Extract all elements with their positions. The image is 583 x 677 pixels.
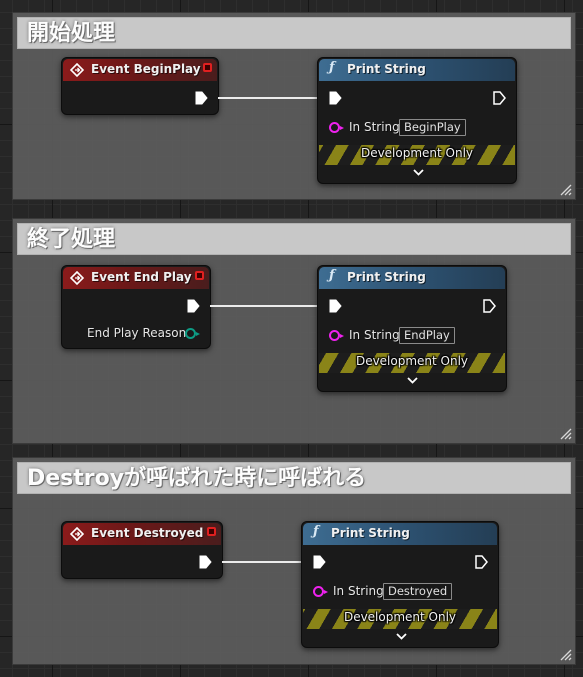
event-endplay-node[interactable]: Event End Play End Play Reason bbox=[61, 265, 211, 349]
comment-header[interactable]: 開始処理 bbox=[17, 17, 571, 49]
comment-header[interactable]: 終了処理 bbox=[17, 223, 571, 255]
exec-wire[interactable] bbox=[218, 97, 325, 99]
in-string-field[interactable]: EndPlay bbox=[399, 327, 455, 344]
delegate-output-pin[interactable] bbox=[195, 271, 204, 280]
exec-input-pin[interactable] bbox=[313, 555, 326, 569]
chevron-down-icon[interactable] bbox=[407, 377, 418, 384]
in-string-label: In String bbox=[349, 328, 400, 342]
event-diamond-icon bbox=[70, 63, 84, 77]
in-string-label: In String bbox=[333, 584, 384, 598]
function-f-icon: ƒ bbox=[329, 268, 335, 283]
node-header: ƒ Print String bbox=[319, 267, 505, 289]
comment-header[interactable]: Destroyが呼ばれた時に呼ばれる bbox=[17, 462, 571, 494]
development-only-label: Development Only bbox=[355, 354, 469, 368]
resize-grip-icon[interactable] bbox=[558, 647, 572, 661]
node-title: Print String bbox=[347, 62, 426, 76]
exec-output-pin[interactable] bbox=[475, 555, 488, 569]
development-only-band: Development Only bbox=[303, 609, 497, 629]
development-only-label: Development Only bbox=[360, 146, 474, 160]
print-string-node[interactable]: ƒ Print String In String BeginPlay Devel… bbox=[317, 57, 517, 184]
print-string-node[interactable]: ƒ Print String In String EndPlay Develop… bbox=[317, 265, 507, 392]
node-title: Print String bbox=[331, 526, 410, 540]
string-input-pin[interactable] bbox=[329, 330, 344, 341]
resize-grip-icon[interactable] bbox=[558, 426, 572, 440]
resize-grip-icon[interactable] bbox=[558, 182, 572, 196]
exec-output-pin[interactable] bbox=[483, 299, 496, 313]
function-f-icon: ƒ bbox=[329, 60, 335, 75]
exec-output-pin[interactable] bbox=[195, 91, 208, 105]
exec-input-pin[interactable] bbox=[329, 299, 342, 313]
event-destroyed-node[interactable]: Event Destroyed bbox=[61, 521, 223, 579]
comment-title: Destroyが呼ばれた時に呼ばれる bbox=[27, 466, 367, 491]
function-f-icon: ƒ bbox=[313, 524, 319, 539]
exec-output-pin[interactable] bbox=[199, 555, 212, 569]
in-string-label: In String bbox=[349, 120, 400, 134]
node-title: Print String bbox=[347, 270, 426, 284]
exec-input-pin[interactable] bbox=[329, 91, 342, 105]
string-input-pin[interactable] bbox=[313, 586, 328, 597]
in-string-field[interactable]: Destroyed bbox=[383, 583, 453, 600]
node-header: ƒ Print String bbox=[319, 59, 515, 81]
exec-wire[interactable] bbox=[222, 561, 310, 563]
development-only-band: Development Only bbox=[319, 145, 515, 165]
in-string-field[interactable]: BeginPlay bbox=[399, 119, 466, 136]
exec-output-pin[interactable] bbox=[493, 91, 506, 105]
comment-title: 開始処理 bbox=[27, 21, 116, 46]
node-header: ƒ Print String bbox=[303, 523, 497, 545]
end-play-reason-label: End Play Reason bbox=[87, 326, 187, 340]
development-only-band: Development Only bbox=[319, 353, 505, 373]
exec-output-pin[interactable] bbox=[187, 299, 200, 313]
print-string-node[interactable]: ƒ Print String In String Destroyed Devel… bbox=[301, 521, 499, 648]
exec-wire[interactable] bbox=[210, 305, 326, 307]
event-diamond-icon bbox=[70, 527, 84, 541]
node-header: Event BeginPlay bbox=[63, 59, 217, 81]
node-title: Event End Play bbox=[91, 270, 192, 284]
string-input-pin[interactable] bbox=[329, 122, 344, 133]
node-title: Event BeginPlay bbox=[91, 62, 201, 76]
node-title: Event Destroyed bbox=[91, 526, 204, 540]
delegate-output-pin[interactable] bbox=[207, 527, 216, 536]
development-only-label: Development Only bbox=[343, 610, 457, 624]
node-header: Event Destroyed bbox=[63, 523, 221, 545]
comment-title: 終了処理 bbox=[27, 227, 116, 252]
node-header: Event End Play bbox=[63, 267, 209, 289]
delegate-output-pin[interactable] bbox=[203, 63, 212, 72]
chevron-down-icon[interactable] bbox=[413, 169, 424, 176]
event-beginplay-node[interactable]: Event BeginPlay bbox=[61, 57, 219, 115]
chevron-down-icon[interactable] bbox=[396, 633, 407, 640]
end-play-reason-output-pin[interactable] bbox=[185, 328, 200, 339]
event-diamond-icon bbox=[70, 271, 84, 285]
